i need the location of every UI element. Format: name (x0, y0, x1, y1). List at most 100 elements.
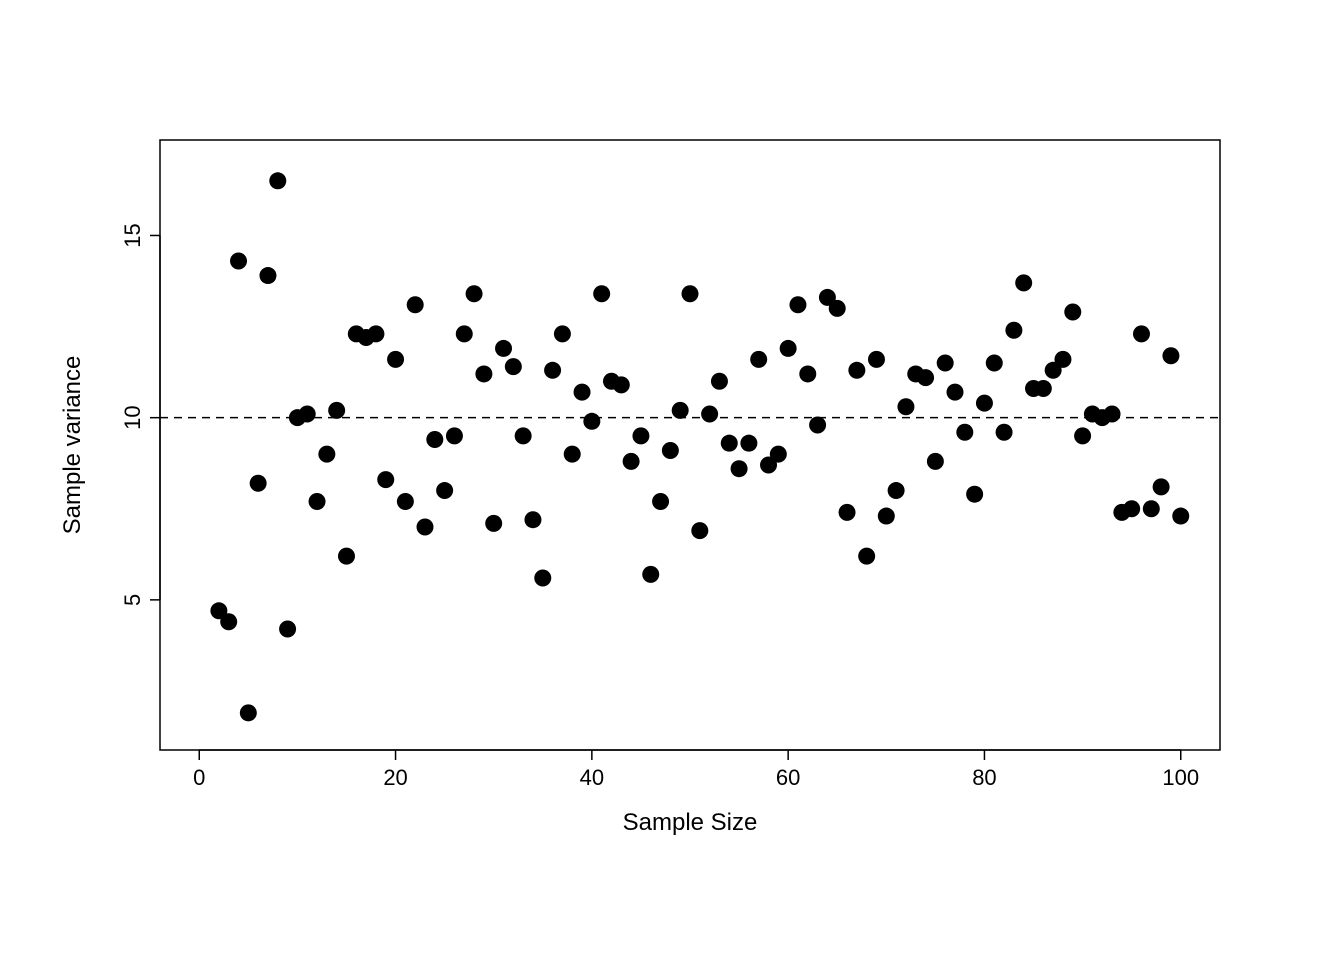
data-point (878, 508, 895, 525)
data-point (436, 482, 453, 499)
x-tick-label: 20 (383, 765, 407, 790)
data-point (299, 406, 316, 423)
scatter-plot: 0 20 40 60 80 100 5 10 15 Sample Size Sample varia… (0, 0, 1344, 960)
data-point (780, 340, 797, 357)
data-point (917, 369, 934, 386)
x-tick-label: 0 (193, 765, 205, 790)
data-point (505, 358, 522, 375)
data-point (269, 172, 286, 189)
data-point (544, 362, 561, 379)
data-point (848, 362, 865, 379)
data-point (397, 493, 414, 510)
data-point (318, 446, 335, 463)
data-point (240, 704, 257, 721)
data-point (495, 340, 512, 357)
data-point (731, 460, 748, 477)
data-point (515, 427, 532, 444)
x-axis-label: Sample Size (623, 809, 758, 836)
data-point (986, 355, 1003, 372)
data-point (829, 300, 846, 317)
x-tick-label: 60 (776, 765, 800, 790)
data-point (1172, 508, 1189, 525)
chart-container: 0 20 40 60 80 100 5 10 15 Sample Size Sample varia… (0, 0, 1344, 960)
data-point (868, 351, 885, 368)
data-point (230, 252, 247, 269)
y-axis-label: Sample variance (59, 356, 86, 535)
data-point (338, 548, 355, 565)
data-point (632, 427, 649, 444)
data-point (839, 504, 856, 521)
data-point (1162, 347, 1179, 364)
x-tick-label: 40 (580, 765, 604, 790)
data-point (623, 453, 640, 470)
data-point (947, 384, 964, 401)
data-point (426, 431, 443, 448)
data-point (966, 486, 983, 503)
data-point (740, 435, 757, 452)
data-point (1015, 274, 1032, 291)
data-point (711, 373, 728, 390)
data-point (691, 522, 708, 539)
data-point (1064, 304, 1081, 321)
data-point (927, 453, 944, 470)
x-tick-label: 80 (972, 765, 996, 790)
data-point (417, 518, 434, 535)
data-point (750, 351, 767, 368)
data-point (309, 493, 326, 510)
data-point (574, 384, 591, 401)
data-point (279, 621, 296, 638)
data-point (593, 285, 610, 302)
data-point (554, 325, 571, 342)
data-point (1054, 351, 1071, 368)
data-point (701, 406, 718, 423)
data-point (858, 548, 875, 565)
data-point (897, 398, 914, 415)
data-point (250, 475, 267, 492)
data-point (721, 435, 738, 452)
data-point (387, 351, 404, 368)
data-point (976, 395, 993, 412)
data-point (888, 482, 905, 499)
data-point (662, 442, 679, 459)
data-point (809, 416, 826, 433)
data-point (377, 471, 394, 488)
data-point (534, 570, 551, 587)
data-point (524, 511, 541, 528)
data-point (1143, 500, 1160, 517)
data-point (996, 424, 1013, 441)
plot-border (160, 140, 1220, 750)
data-point (407, 296, 424, 313)
data-point (485, 515, 502, 532)
data-point (770, 446, 787, 463)
data-point (1035, 380, 1052, 397)
data-point (583, 413, 600, 430)
data-point (789, 296, 806, 313)
data-point (220, 613, 237, 630)
data-point (1123, 500, 1140, 517)
data-point (328, 402, 345, 419)
data-point (1153, 478, 1170, 495)
data-point (475, 365, 492, 382)
data-point (259, 267, 276, 284)
data-point (937, 355, 954, 372)
data-point (799, 365, 816, 382)
data-point (367, 325, 384, 342)
y-tick-label: 5 (120, 594, 145, 606)
data-point (456, 325, 473, 342)
data-point (1074, 427, 1091, 444)
y-tick-label: 15 (120, 223, 145, 247)
data-point (564, 446, 581, 463)
data-point (682, 285, 699, 302)
data-point (613, 376, 630, 393)
x-tick-label: 100 (1162, 765, 1199, 790)
data-point (672, 402, 689, 419)
data-point (1104, 406, 1121, 423)
data-point (466, 285, 483, 302)
data-point (1133, 325, 1150, 342)
data-point (446, 427, 463, 444)
data-point (1005, 322, 1022, 339)
data-point (956, 424, 973, 441)
data-point (642, 566, 659, 583)
y-tick-label: 10 (120, 405, 145, 429)
data-point (652, 493, 669, 510)
